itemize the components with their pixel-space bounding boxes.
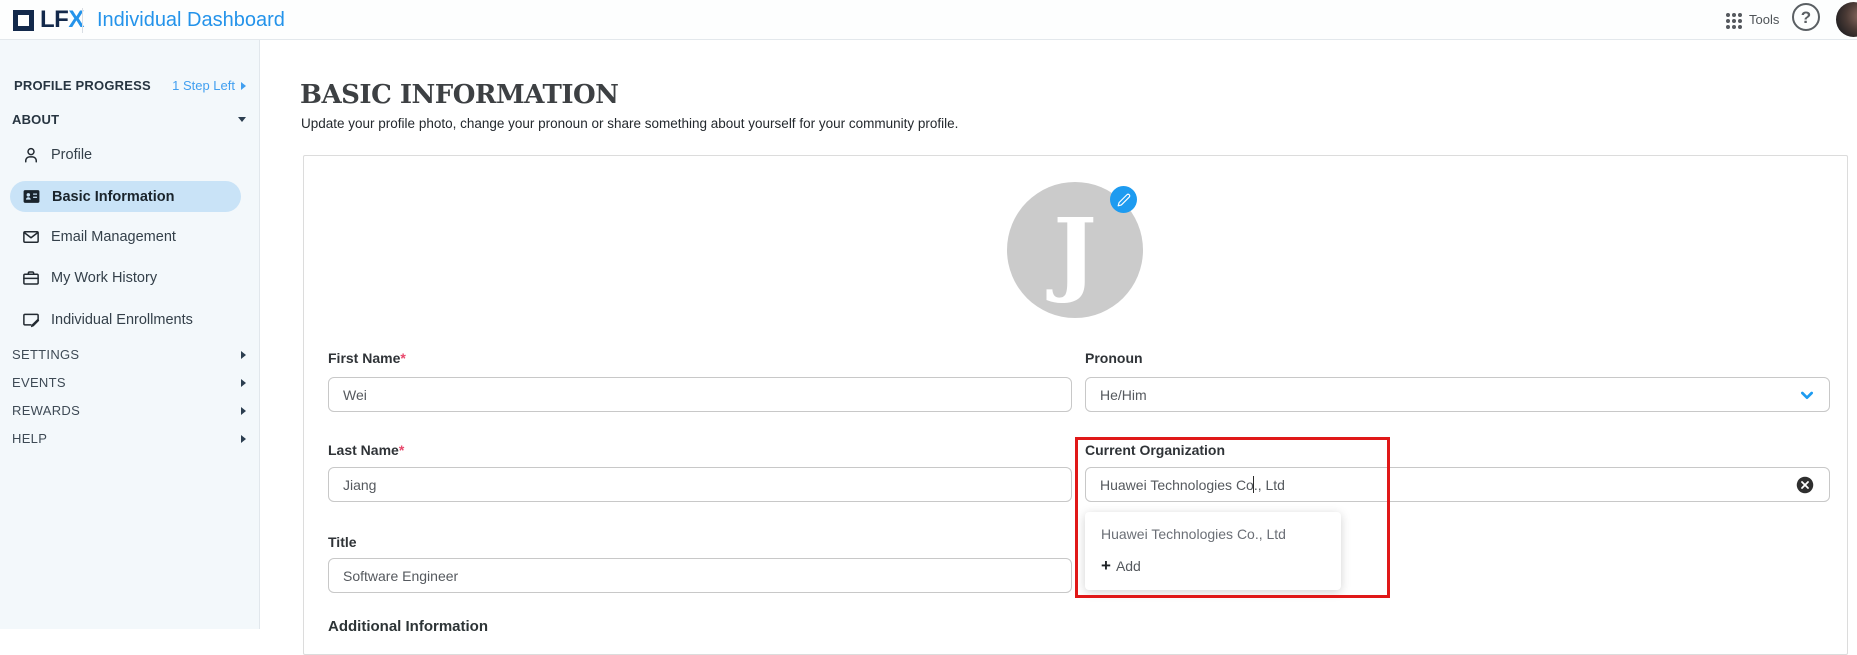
sidebar-item-individual-enrollments[interactable]: Individual Enrollments bbox=[0, 306, 260, 334]
rewards-label: REWARDS bbox=[12, 403, 80, 418]
sidebar-section-about[interactable]: ABOUT bbox=[0, 112, 260, 127]
first-name-input[interactable] bbox=[328, 377, 1072, 412]
pencil-icon bbox=[1117, 193, 1131, 207]
envelope-icon bbox=[22, 228, 40, 246]
organization-suggestions-dropdown: Huawei Technologies Co., Ltd + Add bbox=[1085, 512, 1341, 590]
sidebar-item-label: My Work History bbox=[51, 270, 157, 286]
settings-label: SETTINGS bbox=[12, 347, 79, 362]
chevron-down-icon bbox=[1799, 387, 1815, 403]
lfx-logo[interactable]: LFX bbox=[40, 6, 84, 34]
tools-button[interactable]: Tools bbox=[1749, 12, 1779, 27]
pronoun-label: Pronoun bbox=[1085, 348, 1143, 368]
last-name-input[interactable] bbox=[328, 467, 1072, 502]
sidebar-item-basic-information[interactable]: Basic Information bbox=[10, 181, 241, 212]
sidebar-item-email-management[interactable]: Email Management bbox=[0, 223, 260, 251]
chevron-right-icon bbox=[241, 379, 246, 387]
id-card-icon bbox=[22, 187, 41, 206]
title-input[interactable] bbox=[328, 558, 1072, 593]
help-label: HELP bbox=[12, 431, 47, 446]
sidebar-section-settings[interactable]: SETTINGS bbox=[0, 347, 260, 362]
clear-input-icon[interactable] bbox=[1796, 476, 1814, 494]
about-label: ABOUT bbox=[12, 112, 59, 127]
chevron-right-icon bbox=[241, 407, 246, 415]
current-organization-field bbox=[1085, 467, 1830, 502]
help-icon[interactable]: ? bbox=[1792, 3, 1820, 31]
first-name-label: First Name* bbox=[328, 348, 406, 368]
additional-information-heading: Additional Information bbox=[328, 618, 488, 635]
user-avatar[interactable] bbox=[1836, 2, 1857, 37]
title-label: Title bbox=[328, 532, 357, 552]
briefcase-icon bbox=[22, 269, 40, 287]
chevron-right-icon bbox=[241, 435, 246, 443]
apps-grid-icon[interactable] bbox=[1726, 13, 1742, 29]
chevron-right-icon bbox=[241, 351, 246, 359]
section-subtitle: Update your profile photo, change your p… bbox=[301, 116, 958, 131]
section-title: BASIC INFORMATION bbox=[300, 80, 618, 110]
chevron-right-icon bbox=[241, 82, 246, 90]
sidebar-item-profile[interactable]: Profile bbox=[0, 141, 260, 169]
required-asterisk: * bbox=[400, 350, 405, 366]
sidebar-item-my-work-history[interactable]: My Work History bbox=[0, 264, 260, 292]
steps-left-link[interactable]: 1 Step Left bbox=[172, 78, 246, 93]
events-label: EVENTS bbox=[12, 375, 66, 390]
logo-text-main: LF bbox=[40, 6, 68, 33]
sidebar-item-label: Basic Information bbox=[52, 189, 174, 205]
sidebar-section-events[interactable]: EVENTS bbox=[0, 375, 260, 390]
header-divider bbox=[82, 8, 83, 33]
sidebar-item-label: Email Management bbox=[51, 229, 176, 245]
current-organization-input[interactable] bbox=[1085, 467, 1830, 502]
profile-progress-row: PROFILE PROGRESS 1 Step Left bbox=[0, 78, 260, 93]
current-organization-label: Current Organization bbox=[1085, 440, 1225, 460]
lfx-logo-icon bbox=[13, 10, 34, 31]
required-asterisk: * bbox=[399, 442, 404, 458]
pronoun-value: He/Him bbox=[1100, 387, 1147, 403]
profile-progress-label: PROFILE PROGRESS bbox=[14, 78, 151, 93]
organization-suggestion-option[interactable]: Huawei Technologies Co., Ltd bbox=[1101, 526, 1286, 542]
last-name-label: Last Name* bbox=[328, 440, 404, 460]
pronoun-select[interactable]: He/Him bbox=[1085, 377, 1830, 412]
sidebar-item-label: Profile bbox=[51, 147, 92, 163]
plus-icon: + bbox=[1101, 559, 1111, 573]
top-header: LFX Individual Dashboard Tools ? bbox=[0, 0, 1857, 40]
page-title: Individual Dashboard bbox=[97, 0, 285, 40]
person-icon bbox=[22, 146, 40, 164]
add-organization-option[interactable]: + Add bbox=[1101, 558, 1141, 574]
sidebar: PROFILE PROGRESS 1 Step Left ABOUT Profi… bbox=[0, 40, 260, 629]
chevron-down-icon bbox=[238, 117, 246, 122]
edit-avatar-button[interactable] bbox=[1110, 186, 1137, 213]
certificate-icon bbox=[22, 311, 40, 329]
add-label: Add bbox=[1116, 558, 1141, 574]
sidebar-section-help[interactable]: HELP bbox=[0, 431, 260, 446]
sidebar-item-label: Individual Enrollments bbox=[51, 312, 193, 328]
steps-left-label: 1 Step Left bbox=[172, 78, 235, 93]
sidebar-section-rewards[interactable]: REWARDS bbox=[0, 403, 260, 418]
